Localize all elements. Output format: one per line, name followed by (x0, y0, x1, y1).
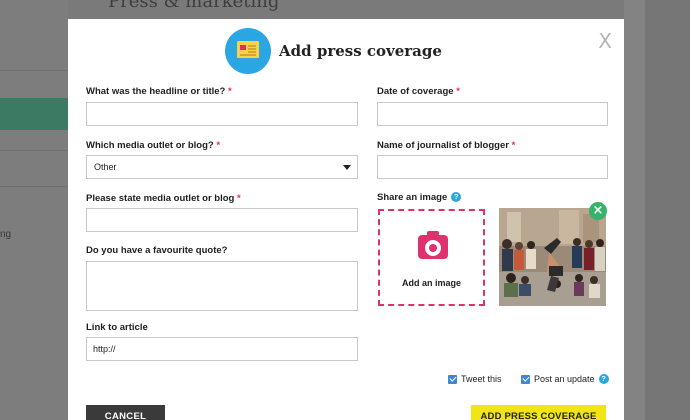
tweet-this-option[interactable]: Tweet this (448, 374, 502, 384)
journalist-input[interactable] (377, 155, 608, 179)
cancel-button[interactable]: CANCEL (86, 405, 165, 420)
media-outlet-select[interactable]: Other (86, 155, 358, 179)
state-outlet-label: Please state media outlet or blog * (86, 193, 241, 204)
tweet-this-label: Tweet this (461, 374, 502, 384)
headline-label: What was the headline or title? * (86, 86, 232, 97)
close-button[interactable]: X (598, 31, 612, 51)
help-icon[interactable]: ? (598, 374, 609, 384)
share-image-label: Share an image? (377, 192, 462, 203)
chevron-down-icon (343, 165, 351, 170)
camera-icon-lens-inner (429, 244, 437, 252)
post-update-checkbox[interactable] (521, 374, 530, 384)
background-sidebar (0, 0, 68, 420)
background-page-title: Press & marketing (108, 0, 280, 12)
remove-image-button[interactable]: × (589, 202, 607, 220)
quote-label: Do you have a favourite quote? (86, 245, 228, 256)
add-press-coverage-modal: X Add press coverage What was the headli… (68, 19, 624, 420)
modal-header: Add press coverage (225, 27, 442, 75)
help-icon[interactable]: ? (451, 192, 462, 202)
post-update-label: Post an update (534, 374, 595, 384)
newspaper-icon (225, 28, 271, 74)
add-image-dropzone[interactable]: Add an image (378, 209, 485, 306)
background-divider (0, 186, 68, 187)
background-right-panel (624, 0, 645, 420)
post-update-option[interactable]: Post an update ? (521, 374, 609, 384)
background-right-column (645, 0, 690, 420)
quote-textarea[interactable] (86, 261, 358, 311)
media-outlet-selected-value: Other (94, 162, 117, 172)
link-label: Link to article (86, 322, 148, 333)
add-image-label: Add an image (401, 278, 461, 288)
background-sidebar-active-item (0, 98, 68, 130)
media-outlet-label: Which media outlet or blog? * (86, 140, 221, 151)
headline-input[interactable] (86, 102, 358, 126)
uploaded-image-thumbnail (499, 208, 606, 306)
tweet-this-checkbox[interactable] (448, 374, 457, 384)
modal-title: Add press coverage (279, 42, 442, 60)
date-input[interactable] (377, 102, 608, 126)
link-input[interactable] (86, 337, 358, 361)
state-outlet-input[interactable] (86, 208, 358, 232)
date-label: Date of coverage * (377, 86, 460, 97)
background-divider (0, 150, 68, 151)
journalist-label: Name of journalist of blogger * (377, 140, 516, 151)
background-sidebar-text: ng (0, 229, 12, 240)
add-press-coverage-button[interactable]: ADD PRESS COVERAGE (471, 405, 606, 420)
background-divider (0, 70, 68, 71)
